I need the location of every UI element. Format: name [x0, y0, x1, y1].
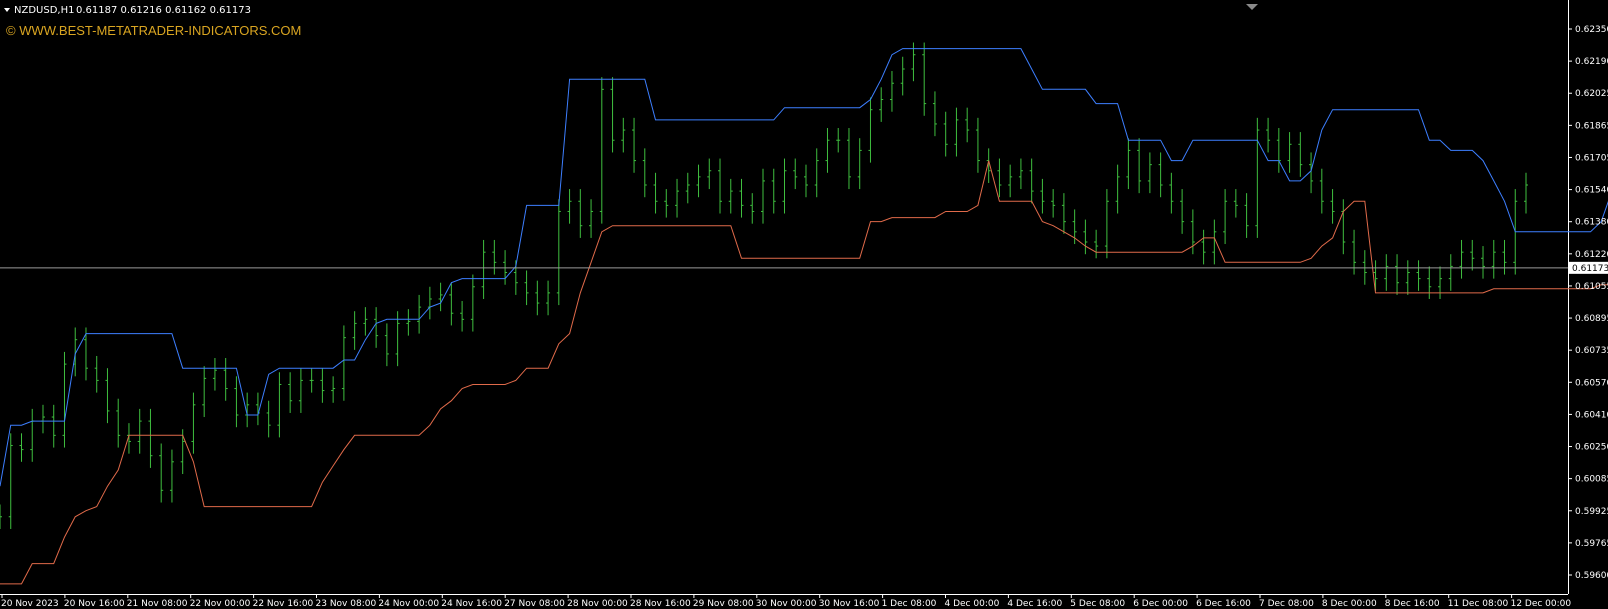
x-tick-label: 6 Dec 00:00: [1133, 599, 1188, 609]
y-tick-label: 0.61220: [1575, 250, 1608, 260]
x-tick-label: 23 Nov 08:00: [316, 599, 377, 609]
x-tick-label: 4 Dec 16:00: [1007, 599, 1062, 609]
x-tick-label: 12 Dec 00:00: [1511, 599, 1572, 609]
x-tick-label: 5 Dec 08:00: [1070, 599, 1125, 609]
y-tick-label: 0.60085: [1575, 475, 1608, 485]
x-tick-label: 8 Dec 16:00: [1385, 599, 1440, 609]
x-tick-label: 28 Nov 16:00: [630, 599, 691, 609]
y-tick-label: 0.60735: [1575, 346, 1608, 356]
watermark-text: © WWW.BEST-METATRADER-INDICATORS.COM: [6, 23, 301, 38]
x-tick-label: 21 Nov 08:00: [127, 599, 188, 609]
y-tick-label: 0.60410: [1575, 410, 1608, 420]
y-tick-label: 0.61540: [1575, 186, 1608, 196]
y-tick-label: 0.62350: [1575, 25, 1608, 35]
chart-background: [0, 0, 1608, 609]
y-tick-label: 0.59600: [1575, 571, 1608, 581]
x-tick-label: 7 Dec 08:00: [1259, 599, 1314, 609]
x-tick-label: 30 Nov 00:00: [756, 599, 817, 609]
y-tick-label: 0.61380: [1575, 218, 1608, 228]
x-tick-label: 6 Dec 16:00: [1196, 599, 1251, 609]
ohlc-values-label: 0.61187 0.61216 0.61162 0.61173: [76, 5, 251, 16]
x-tick-label: 22 Nov 16:00: [253, 599, 314, 609]
y-tick-label: 0.61705: [1575, 153, 1608, 163]
current-price-label: 0.61173: [1572, 264, 1608, 274]
y-tick-label: 0.60250: [1575, 443, 1608, 453]
x-tick-label: 29 Nov 08:00: [693, 599, 754, 609]
x-tick-label: 20 Nov 16:00: [64, 599, 125, 609]
x-tick-label: 24 Nov 16:00: [441, 599, 502, 609]
x-tick-label: 30 Nov 16:00: [819, 599, 880, 609]
x-tick-label: 8 Dec 00:00: [1322, 599, 1377, 609]
x-tick-label: 28 Nov 00:00: [567, 599, 628, 609]
x-tick-label: 1 Dec 08:00: [882, 599, 937, 609]
y-tick-label: 0.60570: [1575, 378, 1608, 388]
y-tick-label: 0.62025: [1575, 89, 1608, 99]
y-tick-label: 0.62190: [1575, 57, 1608, 67]
x-tick-label: 11 Dec 08:00: [1448, 599, 1509, 609]
y-tick-label: 0.60895: [1575, 314, 1608, 324]
y-tick-label: 0.61055: [1575, 282, 1608, 292]
y-tick-label: 0.59925: [1575, 507, 1608, 517]
x-tick-label: 22 Nov 00:00: [190, 599, 251, 609]
x-tick-label: 20 Nov 2023: [1, 599, 59, 609]
y-tick-label: 0.59765: [1575, 539, 1608, 549]
x-tick-label: 4 Dec 00:00: [945, 599, 1000, 609]
x-tick-label: 24 Nov 00:00: [378, 599, 439, 609]
y-tick-label: 0.61865: [1575, 121, 1608, 131]
x-tick-label: 27 Nov 08:00: [504, 599, 565, 609]
symbol-timeframe-label: NZDUSD,H1: [14, 5, 74, 16]
price-chart[interactable]: NZDUSD,H1 0.61187 0.61216 0.61162 0.6117…: [0, 0, 1608, 609]
